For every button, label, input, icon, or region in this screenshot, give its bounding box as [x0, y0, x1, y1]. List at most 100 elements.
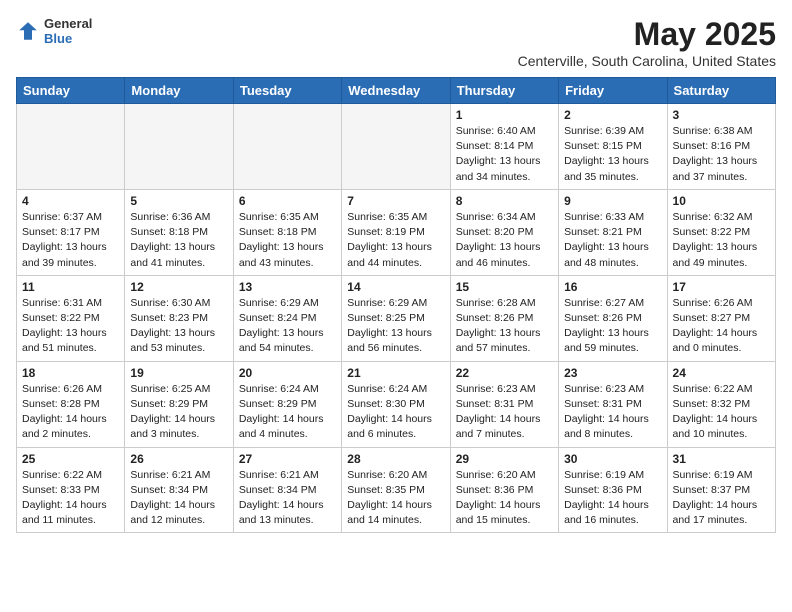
- day-number: 6: [239, 194, 336, 208]
- calendar-cell: 28Sunrise: 6:20 AMSunset: 8:35 PMDayligh…: [342, 447, 450, 533]
- calendar-cell: 6Sunrise: 6:35 AMSunset: 8:18 PMDaylight…: [233, 189, 341, 275]
- day-of-week-saturday: Saturday: [667, 78, 775, 104]
- logo-blue: Blue: [44, 31, 92, 46]
- day-of-week-sunday: Sunday: [17, 78, 125, 104]
- calendar-week-1: 1 Sunrise: 6:40 AMSunset: 8:14 PMDaylight…: [17, 104, 776, 190]
- day-number: 21: [347, 366, 444, 380]
- day-number: 1: [456, 108, 553, 122]
- calendar-cell: 19 Sunrise: 6:25 AMSunset: 8:29 PMDayligh…: [125, 361, 233, 447]
- day-info: Sunrise: 6:40 AMSunset: 8:14 PMDaylight:…: [456, 124, 553, 185]
- calendar-cell: 26 Sunrise: 6:21 AMSunset: 8:34 PMDayligh…: [125, 447, 233, 533]
- calendar-cell: 21 Sunrise: 6:24 AMSunset: 8:30 PMDayligh…: [342, 361, 450, 447]
- day-info: Sunrise: 6:22 AMSunset: 8:32 PMDaylight:…: [673, 382, 770, 443]
- day-number: 18: [22, 366, 119, 380]
- day-info: Sunrise: 6:32 AMSunset: 8:22 PMDaylight:…: [673, 210, 770, 271]
- day-number: 26: [130, 452, 227, 466]
- calendar-cell: 24Sunrise: 6:22 AMSunset: 8:32 PMDayligh…: [667, 361, 775, 447]
- title-block: May 2025 Centerville, South Carolina, Un…: [518, 16, 776, 69]
- day-number: 25: [22, 452, 119, 466]
- day-number: 31: [673, 452, 770, 466]
- calendar-week-3: 11Sunrise: 6:31 AMSunset: 8:22 PMDayligh…: [17, 275, 776, 361]
- day-info: Sunrise: 6:35 AMSunset: 8:19 PMDaylight:…: [347, 210, 444, 271]
- day-number: 30: [564, 452, 661, 466]
- day-number: 9: [564, 194, 661, 208]
- day-of-week-tuesday: Tuesday: [233, 78, 341, 104]
- calendar-cell: 20Sunrise: 6:24 AMSunset: 8:29 PMDayligh…: [233, 361, 341, 447]
- calendar: SundayMondayTuesdayWednesdayThursdayFrid…: [16, 77, 776, 533]
- day-of-week-monday: Monday: [125, 78, 233, 104]
- calendar-cell: 31 Sunrise: 6:19 AMSunset: 8:37 PMDayligh…: [667, 447, 775, 533]
- day-number: 8: [456, 194, 553, 208]
- calendar-cell: 25 Sunrise: 6:22 AMSunset: 8:33 PMDayligh…: [17, 447, 125, 533]
- calendar-cell: 14 Sunrise: 6:29 AMSunset: 8:25 PMDayligh…: [342, 275, 450, 361]
- calendar-week-5: 25 Sunrise: 6:22 AMSunset: 8:33 PMDayligh…: [17, 447, 776, 533]
- calendar-cell: 22 Sunrise: 6:23 AMSunset: 8:31 PMDayligh…: [450, 361, 558, 447]
- calendar-cell: 9 Sunrise: 6:33 AMSunset: 8:21 PMDaylight…: [559, 189, 667, 275]
- day-info: Sunrise: 6:24 AMSunset: 8:30 PMDaylight:…: [347, 382, 444, 443]
- day-info: Sunrise: 6:37 AMSunset: 8:17 PMDaylight:…: [22, 210, 119, 271]
- calendar-cell: 29 Sunrise: 6:20 AMSunset: 8:36 PMDayligh…: [450, 447, 558, 533]
- calendar-week-4: 18 Sunrise: 6:26 AMSunset: 8:28 PMDayligh…: [17, 361, 776, 447]
- day-info: Sunrise: 6:20 AMSunset: 8:36 PMDaylight:…: [456, 468, 553, 529]
- day-info: Sunrise: 6:34 AMSunset: 8:20 PMDaylight:…: [456, 210, 553, 271]
- logo: General Blue: [16, 16, 92, 46]
- calendar-cell: 4 Sunrise: 6:37 AMSunset: 8:17 PMDaylight…: [17, 189, 125, 275]
- day-number: 17: [673, 280, 770, 294]
- day-number: 22: [456, 366, 553, 380]
- calendar-week-2: 4 Sunrise: 6:37 AMSunset: 8:17 PMDaylight…: [17, 189, 776, 275]
- calendar-cell: 13Sunrise: 6:29 AMSunset: 8:24 PMDayligh…: [233, 275, 341, 361]
- day-info: Sunrise: 6:23 AMSunset: 8:31 PMDaylight:…: [564, 382, 661, 443]
- calendar-cell: 16 Sunrise: 6:27 AMSunset: 8:26 PMDayligh…: [559, 275, 667, 361]
- day-info: Sunrise: 6:19 AMSunset: 8:36 PMDaylight:…: [564, 468, 661, 529]
- day-info: Sunrise: 6:21 AMSunset: 8:34 PMDaylight:…: [239, 468, 336, 529]
- day-info: Sunrise: 6:25 AMSunset: 8:29 PMDaylight:…: [130, 382, 227, 443]
- calendar-cell: 3Sunrise: 6:38 AMSunset: 8:16 PMDaylight…: [667, 104, 775, 190]
- day-info: Sunrise: 6:28 AMSunset: 8:26 PMDaylight:…: [456, 296, 553, 357]
- day-info: Sunrise: 6:22 AMSunset: 8:33 PMDaylight:…: [22, 468, 119, 529]
- month-title: May 2025: [518, 16, 776, 53]
- calendar-header-row: SundayMondayTuesdayWednesdayThursdayFrid…: [17, 78, 776, 104]
- day-info: Sunrise: 6:36 AMSunset: 8:18 PMDaylight:…: [130, 210, 227, 271]
- day-info: Sunrise: 6:27 AMSunset: 8:26 PMDaylight:…: [564, 296, 661, 357]
- day-number: 4: [22, 194, 119, 208]
- calendar-cell: 11Sunrise: 6:31 AMSunset: 8:22 PMDayligh…: [17, 275, 125, 361]
- logo-general: General: [44, 16, 92, 31]
- day-of-week-wednesday: Wednesday: [342, 78, 450, 104]
- location: Centerville, South Carolina, United Stat…: [518, 53, 776, 69]
- day-number: 29: [456, 452, 553, 466]
- day-number: 3: [673, 108, 770, 122]
- day-of-week-thursday: Thursday: [450, 78, 558, 104]
- day-number: 10: [673, 194, 770, 208]
- day-number: 13: [239, 280, 336, 294]
- calendar-cell: [125, 104, 233, 190]
- calendar-cell: 12Sunrise: 6:30 AMSunset: 8:23 PMDayligh…: [125, 275, 233, 361]
- day-info: Sunrise: 6:26 AMSunset: 8:28 PMDaylight:…: [22, 382, 119, 443]
- calendar-cell: 18 Sunrise: 6:26 AMSunset: 8:28 PMDayligh…: [17, 361, 125, 447]
- day-number: 23: [564, 366, 661, 380]
- day-number: 5: [130, 194, 227, 208]
- calendar-cell: 27Sunrise: 6:21 AMSunset: 8:34 PMDayligh…: [233, 447, 341, 533]
- day-number: 7: [347, 194, 444, 208]
- day-number: 16: [564, 280, 661, 294]
- calendar-cell: 8 Sunrise: 6:34 AMSunset: 8:20 PMDaylight…: [450, 189, 558, 275]
- day-number: 19: [130, 366, 227, 380]
- day-number: 2: [564, 108, 661, 122]
- day-info: Sunrise: 6:33 AMSunset: 8:21 PMDaylight:…: [564, 210, 661, 271]
- logo-text: General Blue: [44, 16, 92, 46]
- calendar-cell: [17, 104, 125, 190]
- calendar-cell: [233, 104, 341, 190]
- day-info: Sunrise: 6:26 AMSunset: 8:27 PMDaylight:…: [673, 296, 770, 357]
- day-info: Sunrise: 6:29 AMSunset: 8:25 PMDaylight:…: [347, 296, 444, 357]
- day-info: Sunrise: 6:20 AMSunset: 8:35 PMDaylight:…: [347, 468, 444, 529]
- day-info: Sunrise: 6:21 AMSunset: 8:34 PMDaylight:…: [130, 468, 227, 529]
- day-info: Sunrise: 6:23 AMSunset: 8:31 PMDaylight:…: [456, 382, 553, 443]
- day-number: 15: [456, 280, 553, 294]
- day-info: Sunrise: 6:30 AMSunset: 8:23 PMDaylight:…: [130, 296, 227, 357]
- calendar-cell: 5 Sunrise: 6:36 AMSunset: 8:18 PMDaylight…: [125, 189, 233, 275]
- calendar-cell: 2Sunrise: 6:39 AMSunset: 8:15 PMDaylight…: [559, 104, 667, 190]
- calendar-cell: [342, 104, 450, 190]
- day-info: Sunrise: 6:19 AMSunset: 8:37 PMDaylight:…: [673, 468, 770, 529]
- page-header: General Blue May 2025 Centerville, South…: [16, 16, 776, 69]
- day-number: 14: [347, 280, 444, 294]
- calendar-cell: 1 Sunrise: 6:40 AMSunset: 8:14 PMDaylight…: [450, 104, 558, 190]
